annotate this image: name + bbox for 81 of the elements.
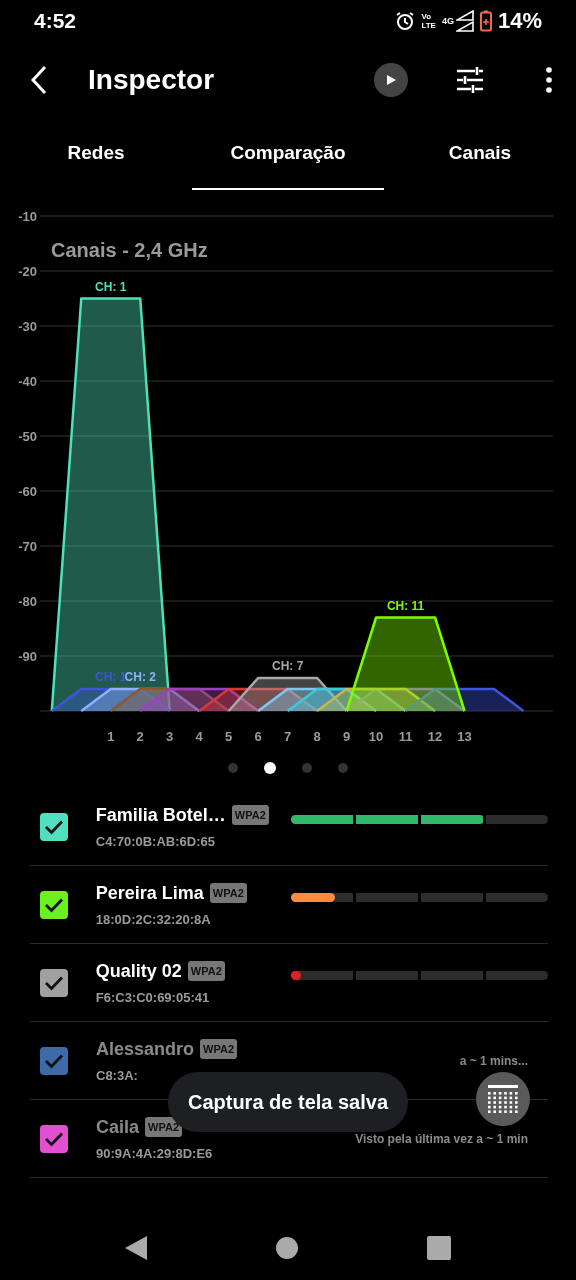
volte-label: LTE bbox=[421, 21, 436, 30]
check-icon bbox=[44, 1130, 64, 1147]
battery-icon bbox=[479, 10, 492, 32]
volte-label: Vo bbox=[421, 12, 433, 21]
mac-address: 90:9A:4A:29:8D:E6 bbox=[96, 1145, 214, 1161]
security-tag: WPA2 bbox=[231, 805, 269, 825]
checkbox[interactable] bbox=[40, 812, 68, 841]
back-nav-icon[interactable] bbox=[124, 1236, 147, 1260]
axis-label: 8 bbox=[313, 729, 321, 744]
mac-address: 18:0D:2C:32:20:8A bbox=[95, 911, 212, 927]
axis-label: 13 bbox=[457, 729, 472, 744]
check-icon bbox=[43, 818, 64, 835]
alarm-icon bbox=[395, 11, 416, 31]
page-dot[interactable] bbox=[338, 763, 348, 773]
axis-label: 11 bbox=[398, 729, 413, 744]
tab[interactable]: Canais bbox=[384, 118, 576, 190]
channel-label: CH: 1 bbox=[95, 279, 127, 294]
security-tag: WPA2 bbox=[145, 1117, 182, 1137]
security-tag: WPA2 bbox=[209, 883, 247, 903]
more-icon[interactable] bbox=[546, 67, 552, 93]
network-name: Pereira Lima bbox=[95, 882, 204, 904]
checkbox[interactable] bbox=[40, 890, 68, 919]
axis-label: 7 bbox=[284, 729, 292, 744]
tab[interactable]: Redes bbox=[0, 118, 192, 190]
check-icon bbox=[43, 974, 64, 991]
channel-label: CH: 11 bbox=[386, 598, 425, 613]
play-icon bbox=[385, 74, 397, 86]
home-nav-icon[interactable] bbox=[276, 1237, 298, 1259]
axis-label: -30 bbox=[18, 319, 37, 334]
sliders-icon[interactable] bbox=[456, 67, 484, 93]
channel-label: CH: 1 bbox=[95, 670, 127, 684]
axis-label: -90 bbox=[18, 649, 37, 664]
axis-label: 1 bbox=[107, 729, 115, 744]
axis-label: -80 bbox=[18, 594, 37, 609]
axis-label: 2 bbox=[136, 729, 144, 744]
screen-title: Inspector bbox=[88, 64, 215, 96]
tab[interactable]: Comparação bbox=[192, 118, 384, 190]
check-icon bbox=[44, 1052, 64, 1069]
grid-icon bbox=[488, 1085, 518, 1113]
axis-label: -50 bbox=[18, 429, 37, 444]
checkbox[interactable] bbox=[40, 1046, 68, 1075]
page-dot[interactable] bbox=[264, 762, 276, 774]
network-name: Alessandro bbox=[96, 1038, 195, 1060]
check-icon bbox=[43, 896, 64, 913]
axis-label: -20 bbox=[18, 264, 37, 279]
axis-label: -70 bbox=[18, 539, 37, 554]
axis-label: 5 bbox=[225, 729, 233, 744]
axis-label: -10 bbox=[18, 209, 37, 224]
battery-percent: 14% bbox=[497, 8, 542, 34]
checkbox[interactable] bbox=[40, 1124, 68, 1153]
mac-address: C8:3A: bbox=[96, 1067, 139, 1083]
axis-label: -60 bbox=[18, 484, 37, 499]
checkbox[interactable] bbox=[40, 968, 68, 997]
network-name: Caila bbox=[96, 1116, 140, 1138]
play-button[interactable] bbox=[374, 63, 408, 97]
network-type: 4G bbox=[441, 16, 454, 26]
grid-button[interactable] bbox=[476, 1072, 530, 1126]
axis-label: 12 bbox=[427, 729, 443, 744]
mac-address: C4:70:0B:AB:6D:65 bbox=[95, 833, 216, 849]
axis-label: 10 bbox=[368, 729, 384, 744]
channel-label: CH: 2 bbox=[124, 670, 156, 684]
chart-title: Canais - 2,4 GHz bbox=[51, 239, 208, 261]
axis-label: 6 bbox=[254, 729, 262, 744]
last-seen-text: a ~ 1 mins... bbox=[459, 1053, 528, 1068]
axis-label: 4 bbox=[195, 729, 203, 744]
axis-label: 9 bbox=[343, 729, 351, 744]
axis-label: -40 bbox=[18, 374, 37, 389]
signal-icon bbox=[455, 10, 474, 32]
page-dot[interactable] bbox=[228, 763, 238, 773]
recents-nav-icon[interactable] bbox=[427, 1236, 452, 1260]
axis-label: 3 bbox=[166, 729, 174, 744]
security-tag: WPA2 bbox=[200, 1039, 237, 1059]
page-dot[interactable] bbox=[302, 763, 312, 773]
mac-address: F6:C3:C0:69:05:41 bbox=[95, 989, 211, 1005]
network-name: Familia Botel… bbox=[95, 804, 226, 826]
back-icon[interactable] bbox=[30, 65, 48, 95]
security-tag: WPA2 bbox=[187, 961, 225, 981]
channel-label: CH: 7 bbox=[272, 659, 304, 673]
clock: 4:52 bbox=[34, 9, 77, 33]
last-seen-text: Visto pela última vez a ~ 1 min bbox=[355, 1131, 528, 1146]
network-name: Quality 02 bbox=[95, 960, 182, 982]
